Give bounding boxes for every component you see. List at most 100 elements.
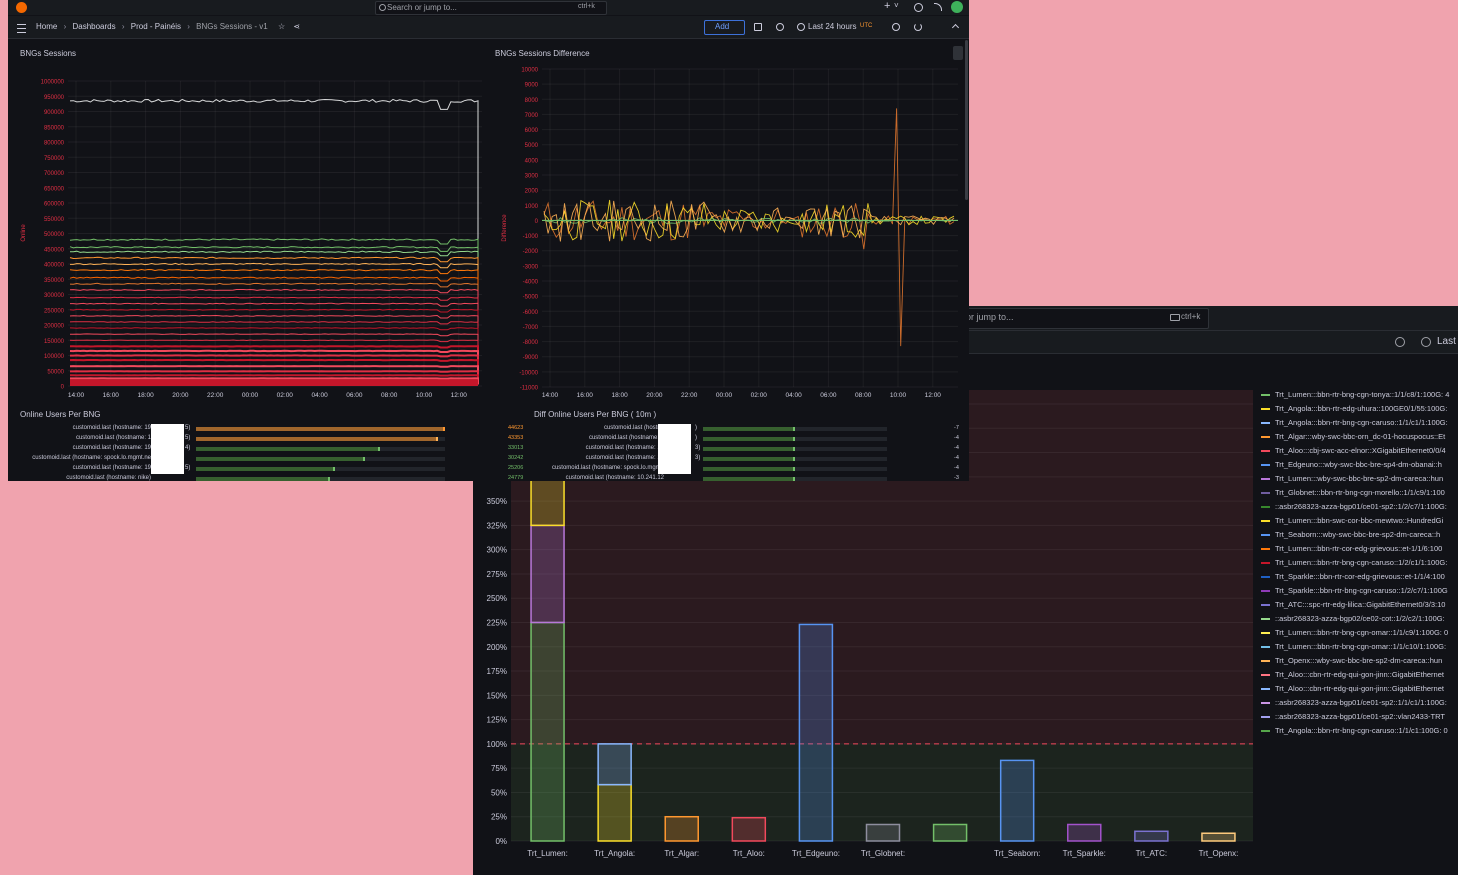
y-tick-label: 5000 xyxy=(525,143,539,149)
search-bar[interactable]: Search or jump to... ctrl+k xyxy=(375,1,607,15)
series-line xyxy=(70,250,479,360)
new-plus-button[interactable]: + xyxy=(884,0,890,12)
x-tick-label: Trt_Globnet: xyxy=(861,849,905,858)
row-label: customoid.last (hostname: 19 xyxy=(585,445,664,451)
y-tick-label: 900000 xyxy=(44,110,65,116)
help-icon[interactable] xyxy=(914,3,923,12)
legend-item[interactable]: Trt_Lumen:::bbn-swc-cor-bbc-mewtwo::Hund… xyxy=(1261,516,1443,528)
legend-item[interactable]: Trt_Lumen:::wby-swc-bbc-bre-sp2-dm-carec… xyxy=(1261,474,1443,486)
y-tick-label: 200% xyxy=(487,643,507,652)
legend-item[interactable]: Trt_ATC:::spc-rtr-edg-lilica::GigabitEth… xyxy=(1261,600,1445,612)
row-label: customoid.last (hostna xyxy=(603,425,664,431)
bar-gauge-track xyxy=(703,447,887,451)
legend-label: Trt_Globnet:::bbn-rtr-bng-cgn-morello::1… xyxy=(1275,488,1445,497)
bar-gauge-fill xyxy=(703,447,795,451)
legend-item[interactable]: Trt_Angola:::bbn-rtr-bng-cgn-caruso::1/1… xyxy=(1261,418,1448,430)
row-label-suffix: ) xyxy=(695,435,697,441)
y-tick-label: 0 xyxy=(535,219,539,225)
legend-swatch xyxy=(1261,576,1270,579)
x-tick-label: 10:00 xyxy=(890,392,907,399)
y-tick-label: 1000 xyxy=(525,204,539,210)
legend-item[interactable]: ::asbr268323-azza-bgp01/ce01-sp2::1/2/c7… xyxy=(1261,502,1447,514)
scrollbar[interactable] xyxy=(965,40,968,200)
legend-label: ::asbr268323-azza-bgp01/ce01-sp2::1/2/c7… xyxy=(1275,502,1447,511)
y-tick-label: 950000 xyxy=(44,95,65,101)
y-tick-label: 650000 xyxy=(44,186,65,192)
legend-item[interactable]: Trt_Aloo:::cbn-rtr-edg-qui-gon-jinn::Gig… xyxy=(1261,684,1444,696)
search-bar[interactable]: or jump to... ctrl+k xyxy=(963,308,1209,329)
series-line xyxy=(69,282,479,366)
bar-segment xyxy=(999,759,1035,842)
bar-gauge-fill xyxy=(196,447,381,451)
bar-gauge-track xyxy=(196,477,445,481)
legend-item[interactable]: Trt_Angola:::bbn-rtr-bng-cgn-caruso::1/1… xyxy=(1261,726,1448,738)
legend-item[interactable]: Trt_Aloo:::cbj-swc-acc-elnor::XGigabitEt… xyxy=(1261,446,1446,458)
grafana-logo-icon[interactable] xyxy=(16,2,27,13)
row-number: 24779 xyxy=(508,475,524,481)
zoom-out-icon[interactable] xyxy=(892,23,900,31)
time-range-label[interactable]: Last xyxy=(1437,336,1456,347)
bar-gauge-track xyxy=(196,447,445,451)
legend-item[interactable]: Trt_Lumen:::bbn-rtr-cor-edg-grievous::et… xyxy=(1261,544,1442,556)
legend-item[interactable]: Trt_Lumen:::bbn-rtr-bng-cgn-tonya::1/1/c… xyxy=(1261,390,1449,402)
legend-item[interactable]: Trt_Openx:::wby-swc-bbc-bre-sp2-dm-carec… xyxy=(1261,656,1442,668)
breadcrumb-dashboards[interactable]: Dashboards xyxy=(72,22,115,31)
share-icon[interactable]: ⋖ xyxy=(293,22,300,31)
legend-item[interactable]: Trt_Seaborn:::wby-swc-bbc-bre-sp2-dm-car… xyxy=(1261,530,1440,542)
row-label-suffix: 5) xyxy=(185,465,191,471)
legend-swatch xyxy=(1261,464,1270,467)
y-tick-label: 350% xyxy=(487,497,507,506)
legend-item[interactable]: Trt_Lumen:::bbn-rtr-bng-cgn-caruso::1/2/… xyxy=(1261,558,1447,570)
clock-icon[interactable] xyxy=(1421,337,1431,347)
bar-gauge-track xyxy=(196,437,445,441)
y-tick-label: 225% xyxy=(487,619,507,628)
legend-item[interactable]: ::asbr268323-azza-bgp01/ce01-sp2::vlan24… xyxy=(1261,712,1445,724)
y-tick-label: -7000 xyxy=(523,325,539,331)
legend-item[interactable]: Trt_Lumen:::bbn-rtr-bng-cgn-omar::1/1/c9… xyxy=(1261,628,1448,640)
legend-item[interactable]: Trt_Lumen:::bbn-rtr-bng-cgn-omar::1/1/c1… xyxy=(1261,642,1446,654)
legend-item[interactable]: Trt_Sparkle:::bbn-rtr-bng-cgn-caruso::1/… xyxy=(1261,586,1448,598)
time-range-picker[interactable]: Last 24 hours xyxy=(808,22,856,31)
add-button[interactable]: Add xyxy=(704,20,745,35)
legend-item[interactable]: Trt_Angola:::bbn-rtr-edg-uhura::100GE0/1… xyxy=(1261,404,1447,416)
legend-item[interactable]: Trt_Sparkle:::bbn-rtr-cor-edg-grievous::… xyxy=(1261,572,1445,584)
legend-label: Trt_ATC:::spc-rtr-edg-lilica::GigabitEth… xyxy=(1275,600,1446,609)
legend-label: Trt_Lumen:::bbn-rtr-bng-cgn-omar::1/1/c9… xyxy=(1275,628,1449,637)
refresh-icon[interactable] xyxy=(914,23,922,31)
legend-swatch xyxy=(1261,590,1270,593)
legend-swatch xyxy=(1261,422,1270,425)
clock-icon[interactable] xyxy=(797,23,805,31)
row-label-suffix: 3) xyxy=(695,455,701,461)
bar-segment xyxy=(530,621,565,842)
user-avatar[interactable] xyxy=(951,1,963,13)
legend-item[interactable]: Trt_Globnet:::bbn-rtr-bng-cgn-morello::1… xyxy=(1261,488,1445,500)
gear-icon[interactable] xyxy=(1395,337,1405,347)
y-tick-label: 150% xyxy=(487,691,507,700)
y-tick-label: 450000 xyxy=(44,247,65,253)
legend-swatch xyxy=(1261,534,1270,537)
new-caret-icon[interactable]: ˅ xyxy=(894,1,899,10)
legend-item[interactable]: Trt_Edgeuno:::wby-swc-bbc-bre-sp4-dm-oba… xyxy=(1261,460,1442,472)
legend-item[interactable]: Trt_Aloo:::cbn-rtr-edg-qui-gon-jinn::Gig… xyxy=(1261,670,1444,682)
bar-segment xyxy=(1201,832,1236,842)
y-tick-label: -10000 xyxy=(519,370,538,376)
breadcrumb-home[interactable]: Home xyxy=(36,22,57,31)
row-label-suffix: 3) xyxy=(695,445,701,451)
x-tick-label: 12:00 xyxy=(451,392,468,399)
legend-item[interactable]: ::asbr268323-azza-bgp01/ce01-sp2::1/1/c1… xyxy=(1261,698,1447,710)
breadcrumb-folder[interactable]: Prod - Painéis xyxy=(131,22,181,31)
search-shortcut: ctrl+k xyxy=(578,3,595,10)
bar-segment xyxy=(731,816,767,842)
gear-icon[interactable] xyxy=(776,23,784,31)
x-tick-label: 14:00 xyxy=(68,392,85,399)
save-icon[interactable] xyxy=(754,23,762,31)
series-line xyxy=(69,296,479,369)
legend-item[interactable]: ::asbr268323-azza-bgp02/ce02-cot::1/2/c2… xyxy=(1261,614,1445,626)
x-tick-label: 08:00 xyxy=(855,392,872,399)
y-tick-label: 300% xyxy=(487,546,507,555)
legend-swatch xyxy=(1261,506,1270,509)
menu-icon[interactable] xyxy=(17,24,26,33)
legend-item[interactable]: Trt_Algar:::wby-swc-bbc-orn_dc-01-hocusp… xyxy=(1261,432,1445,444)
x-tick-label: 12:00 xyxy=(925,392,942,399)
star-icon[interactable]: ☆ xyxy=(278,22,285,31)
